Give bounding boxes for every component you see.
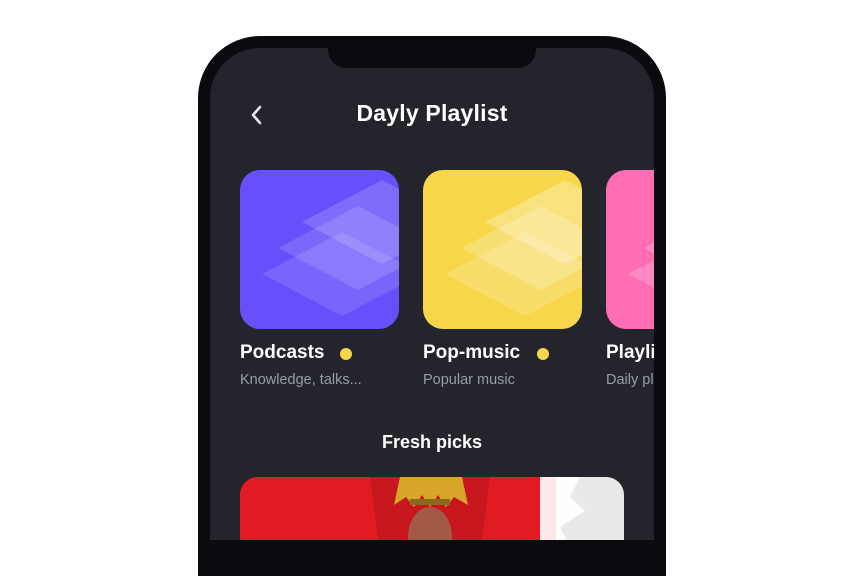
playlist-cover: [606, 170, 654, 329]
playlist-card-playlist[interactable]: Playlist Daily playlist: [606, 170, 654, 388]
playlist-name: Podcasts: [240, 342, 325, 363]
app-screen: Dayly Playlist Podcasts Knowledge, talks…: [210, 48, 654, 540]
playlist-card-podcasts[interactable]: Podcasts Knowledge, talks...: [240, 170, 399, 388]
fresh-pick-album-cover[interactable]: [240, 477, 624, 540]
new-indicator-dot: [340, 348, 352, 360]
new-indicator-dot: [537, 348, 549, 360]
playlist-name: Playlist: [606, 342, 654, 363]
playlist-card-pop-music[interactable]: Pop-music Popular music: [423, 170, 582, 388]
fresh-picks-heading: Fresh picks: [381, 432, 483, 452]
playlist-subtitle: Popular music: [423, 372, 515, 388]
playlist-cover: [240, 170, 399, 329]
phone-notch: [328, 48, 536, 68]
album-artwork: [240, 477, 624, 540]
playlist-name: Pop-music: [423, 342, 521, 363]
page-title: Dayly Playlist: [356, 100, 508, 126]
playlist-cover: [423, 170, 582, 329]
playlist-subtitle: Knowledge, talks...: [240, 372, 362, 388]
playlist-subtitle: Daily playlist: [606, 372, 654, 388]
